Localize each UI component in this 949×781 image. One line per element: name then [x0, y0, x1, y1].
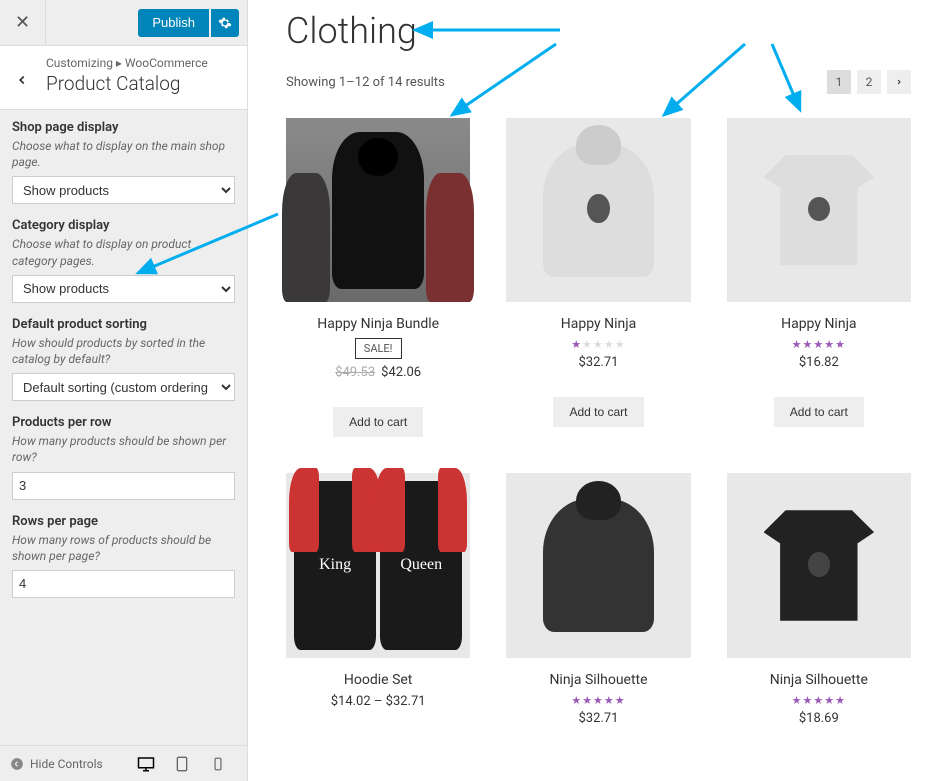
control-rows-per-page: Rows per page How many rows of products …	[12, 514, 235, 598]
hide-controls-button[interactable]: Hide Controls	[10, 757, 103, 771]
product-card[interactable]: Happy Ninja Bundle SALE! $49.53$42.06 Ad…	[286, 118, 470, 437]
control-desc: How should products by sorted in the cat…	[12, 335, 235, 367]
product-image	[506, 473, 690, 657]
rows-per-page-input[interactable]	[12, 570, 235, 598]
product-image	[286, 118, 470, 302]
sidebar-header: ✕ Publish	[0, 0, 247, 46]
chevron-left-icon	[15, 73, 29, 87]
product-card[interactable]: Ninja Silhouette ★★★★★ $32.71	[506, 473, 690, 725]
products-per-row-input[interactable]	[12, 472, 235, 500]
category-display-select[interactable]: Show products	[12, 275, 235, 303]
sidebar-footer: Hide Controls	[0, 745, 247, 781]
device-tablet-button[interactable]	[173, 755, 191, 773]
customizer-sidebar: ✕ Publish Customizing ▸ WooCommerce Prod…	[0, 0, 248, 781]
publish-settings-button[interactable]	[211, 9, 239, 37]
product-price: $14.02 – $32.71	[286, 694, 470, 709]
product-card[interactable]: Happy Ninja ★★★★★ $32.71 Add to cart	[506, 118, 690, 437]
control-desc: How many products should be shown per ro…	[12, 433, 235, 465]
product-price: $32.71	[506, 355, 690, 370]
breadcrumb-panel: Customizing ▸ WooCommerce Product Catalo…	[0, 46, 247, 110]
rating-stars: ★★★★★	[506, 338, 690, 351]
shop-content: Clothing Showing 1–12 of 14 results 1 2 …	[248, 0, 949, 726]
product-name: Ninja Silhouette	[727, 672, 911, 688]
product-card[interactable]: Happy Ninja ★★★★★ $16.82 Add to cart	[727, 118, 911, 437]
control-desc: Choose what to display on the main shop …	[12, 138, 235, 170]
control-label: Rows per page	[12, 514, 235, 529]
product-name: Happy Ninja	[727, 316, 911, 332]
control-label: Products per row	[12, 415, 235, 430]
control-label: Default product sorting	[12, 317, 235, 332]
product-name: Happy Ninja Bundle	[286, 316, 470, 332]
product-name: Ninja Silhouette	[506, 672, 690, 688]
product-image	[727, 473, 911, 657]
add-to-cart-button[interactable]: Add to cart	[333, 407, 423, 437]
page-2[interactable]: 2	[857, 70, 881, 94]
sale-badge: SALE!	[355, 338, 402, 359]
product-image	[727, 118, 911, 302]
preview-pane: Clothing Showing 1–12 of 14 results 1 2 …	[248, 0, 949, 781]
hide-controls-label: Hide Controls	[30, 757, 103, 771]
result-count: Showing 1–12 of 14 results	[286, 75, 445, 90]
panel-title: Product Catalog	[46, 72, 233, 95]
shop-display-select[interactable]: Show products	[12, 176, 235, 204]
tablet-icon	[174, 756, 190, 772]
gear-icon	[218, 16, 232, 30]
device-preview-group	[137, 755, 227, 773]
product-image	[506, 118, 690, 302]
page-next[interactable]	[887, 70, 911, 94]
page-1[interactable]: 1	[827, 70, 851, 94]
product-price: $18.69	[727, 711, 911, 726]
product-image: KingQueen	[286, 473, 470, 657]
add-to-cart-button[interactable]: Add to cart	[774, 397, 864, 427]
result-row: Showing 1–12 of 14 results 1 2	[286, 70, 911, 94]
close-icon: ✕	[15, 12, 30, 33]
publish-button[interactable]: Publish	[138, 9, 209, 37]
control-desc: How many rows of products should be show…	[12, 532, 235, 564]
product-price: $16.82	[727, 355, 911, 370]
mobile-icon	[211, 757, 225, 771]
desktop-icon	[137, 755, 155, 773]
pagination: 1 2	[827, 70, 911, 94]
default-sorting-select[interactable]: Default sorting (custom ordering + na	[12, 373, 235, 401]
add-to-cart-button[interactable]: Add to cart	[553, 397, 643, 427]
controls-panel: Shop page display Choose what to display…	[0, 110, 247, 745]
control-shop-display: Shop page display Choose what to display…	[12, 120, 235, 204]
product-card[interactable]: Ninja Silhouette ★★★★★ $18.69	[727, 473, 911, 725]
rating-stars: ★★★★★	[506, 694, 690, 707]
control-desc: Choose what to display on product catego…	[12, 236, 235, 268]
breadcrumb: Customizing ▸ WooCommerce	[46, 56, 233, 70]
control-label: Shop page display	[12, 120, 235, 135]
product-name: Happy Ninja	[506, 316, 690, 332]
device-mobile-button[interactable]	[209, 755, 227, 773]
control-products-per-row: Products per row How many products shoul…	[12, 415, 235, 499]
back-button[interactable]	[10, 68, 34, 92]
product-name: Hoodie Set	[286, 672, 470, 688]
device-desktop-button[interactable]	[137, 755, 155, 773]
product-price: $32.71	[506, 711, 690, 726]
control-label: Category display	[12, 218, 235, 233]
product-grid: Happy Ninja Bundle SALE! $49.53$42.06 Ad…	[286, 118, 911, 726]
product-price: $49.53$42.06	[286, 365, 470, 380]
control-default-sorting: Default product sorting How should produ…	[12, 317, 235, 401]
chevron-right-icon	[895, 78, 903, 86]
close-customizer-button[interactable]: ✕	[0, 0, 46, 46]
publish-row: Publish	[46, 9, 247, 37]
rating-stars: ★★★★★	[727, 694, 911, 707]
rating-stars: ★★★★★	[727, 338, 911, 351]
product-card[interactable]: KingQueen Hoodie Set $14.02 – $32.71	[286, 473, 470, 725]
page-title: Clothing	[286, 10, 911, 52]
collapse-left-icon	[10, 757, 24, 771]
control-category-display: Category display Choose what to display …	[12, 218, 235, 302]
